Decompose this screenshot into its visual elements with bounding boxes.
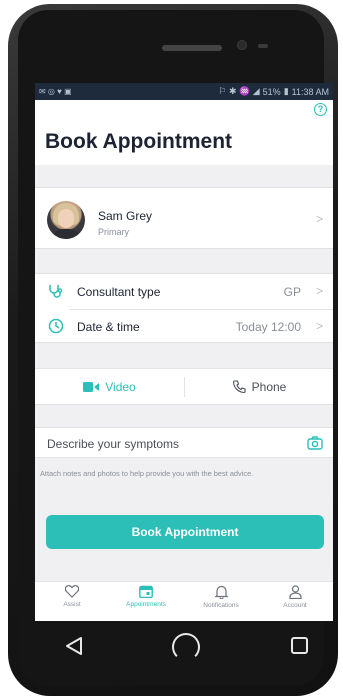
consultant-type-value: GP (283, 285, 301, 299)
heart-icon (65, 585, 79, 598)
status-bar: ✉ ◎ ♥ ▣ ⚐ ✱ ♒ ◢ 51% ▮ 11:38 AM (35, 83, 333, 100)
tab-account[interactable]: Account (258, 585, 332, 621)
chevron-right-icon: > (315, 319, 323, 333)
consultant-type-label: Consultant type (77, 285, 161, 299)
recent-apps-icon[interactable] (291, 637, 308, 654)
page-title: Book Appointment (45, 130, 233, 153)
patient-role: Primary (98, 227, 129, 237)
patient-selector[interactable]: Sam Grey Primary > (35, 187, 333, 249)
patient-name: Sam Grey (98, 209, 153, 223)
tab-notifications-label: Notifications (203, 602, 239, 609)
consultant-type-row[interactable]: Consultant type GP > (35, 274, 333, 309)
phone-option-button[interactable]: Phone (185, 369, 333, 404)
tab-appointments-label: Appointments (126, 601, 166, 608)
notification-icons: ✉ ◎ ♥ ▣ (39, 87, 72, 96)
video-option-button[interactable]: Video (35, 369, 184, 404)
calendar-icon (139, 585, 153, 598)
tab-account-label: Account (283, 602, 307, 609)
avatar-face (58, 209, 74, 228)
camera-icon[interactable] (307, 436, 323, 450)
chevron-right-icon: > (315, 212, 323, 226)
battery-level: 51% (262, 86, 281, 97)
video-label: Video (105, 379, 136, 394)
proximity-sensor (258, 44, 268, 48)
phone-label: Phone (251, 379, 287, 394)
user-icon (288, 585, 302, 599)
tab-assist-label: Assist (63, 601, 81, 608)
tab-appointments[interactable]: Appointments (109, 585, 183, 621)
back-icon[interactable] (65, 636, 83, 656)
symptoms-hint: Attach notes and photos to help provide … (40, 469, 254, 478)
avatar (47, 201, 85, 239)
clock: 11:38 AM (291, 86, 329, 97)
android-nav-bar (35, 621, 333, 676)
battery-icon: ▮ (283, 86, 289, 96)
chevron-right-icon: > (315, 284, 323, 298)
app-screen: ✉ ◎ ♥ ▣ ⚐ ✱ ♒ ◢ 51% ▮ 11:38 AM ? Book Ap… (35, 83, 333, 621)
stethoscope-icon (49, 285, 63, 298)
appointment-options: Consultant type GP > Date & time Today 1… (35, 273, 333, 343)
symptoms-input[interactable]: Describe your symptoms (35, 427, 333, 458)
book-appointment-button[interactable]: Book Appointment (46, 515, 324, 549)
date-time-row[interactable]: Date & time Today 12:00 > (35, 309, 333, 344)
bell-icon (214, 585, 228, 599)
tab-notifications[interactable]: Notifications (184, 585, 258, 621)
date-time-label: Date & time (77, 320, 140, 334)
avatar-body (51, 229, 81, 239)
consultation-mode: Video Phone (35, 368, 333, 405)
status-right: ⚐ ✱ ♒ ◢ 51% ▮ 11:38 AM (218, 86, 329, 97)
front-camera (237, 40, 247, 50)
tab-assist[interactable]: Assist (35, 585, 109, 621)
phone-icon (232, 380, 246, 393)
video-camera-icon (83, 381, 100, 392)
header: ? Book Appointment (35, 100, 333, 165)
speaker-grille (162, 45, 222, 51)
symptoms-placeholder: Describe your symptoms (47, 437, 180, 451)
clock-icon (48, 318, 64, 334)
help-icon[interactable]: ? (314, 103, 327, 116)
date-time-value: Today 12:00 (235, 320, 301, 334)
bottom-tab-bar: Assist Appointments Notifications Accoun… (35, 581, 333, 621)
signal-icons: ⚐ ✱ ♒ ◢ (218, 86, 260, 96)
home-button-icon[interactable] (172, 633, 200, 661)
